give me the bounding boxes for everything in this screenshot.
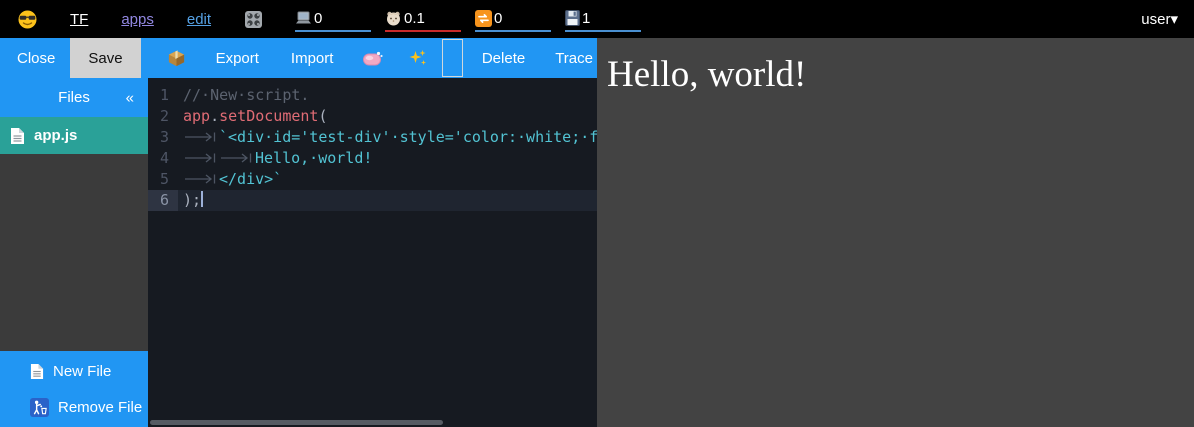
sparkles-icon[interactable]	[409, 49, 427, 67]
sidebar-item-appjs[interactable]: app.js	[0, 117, 148, 154]
sidebar-empty-area	[0, 154, 148, 351]
editor-toolbar: Close Save Export Import Delete Trace	[0, 38, 597, 78]
sunglasses-face-icon[interactable]	[18, 10, 37, 29]
horizontal-scrollbar[interactable]	[150, 420, 443, 425]
files-header-label: Files	[58, 89, 90, 106]
stat-repeat[interactable]: 0	[475, 6, 551, 32]
line-number: 4	[148, 148, 178, 169]
remove-file-label: Remove File	[58, 399, 142, 416]
tab-indent-marker	[183, 169, 219, 179]
sidebar-actions: New File Remove File	[0, 351, 148, 427]
line-number: 5	[148, 169, 178, 190]
line-number: 2	[148, 106, 178, 127]
new-file-icon	[30, 363, 44, 380]
top-bar: TF apps edit 0 0.1 0	[0, 0, 1194, 38]
files-header: Files «	[0, 78, 148, 117]
empty-toolbar-button[interactable]	[442, 39, 462, 77]
rendered-output-panel: Hello, world!	[597, 38, 1194, 427]
file-name: app.js	[34, 127, 77, 144]
stat-hamster[interactable]: 0.1	[385, 6, 461, 32]
import-button[interactable]: Import	[287, 50, 338, 67]
nav-link-tf[interactable]: TF	[70, 11, 88, 28]
save-button[interactable]: Save	[70, 38, 140, 78]
stat-repeat-value: 0	[494, 10, 502, 27]
code-editor[interactable]: 1//·New·script.2app.setDocument(3`<div·i…	[148, 78, 597, 427]
delete-button[interactable]: Delete	[478, 50, 529, 67]
nav-link-edit[interactable]: edit	[187, 11, 211, 28]
sidebar-collapse-button[interactable]: «	[126, 89, 134, 106]
stat-saves-value: 1	[582, 10, 590, 27]
line-number: 1	[148, 85, 178, 106]
line-number: 6	[148, 190, 178, 211]
close-button[interactable]: Close	[13, 50, 59, 67]
line-number: 3	[148, 127, 178, 148]
files-sidebar: Files « app.js New File	[0, 78, 148, 427]
floppy-disk-icon	[565, 10, 580, 26]
file-icon	[10, 127, 25, 145]
soap-icon[interactable]	[363, 51, 383, 66]
package-icon[interactable]	[167, 49, 186, 67]
stat-saves[interactable]: 1	[565, 6, 641, 32]
stat-cpu[interactable]: 0	[295, 6, 371, 32]
code-line-6[interactable]: 6);	[148, 190, 597, 211]
new-file-label: New File	[53, 363, 111, 380]
code-line-5[interactable]: 5</div>`	[148, 169, 597, 190]
text-cursor	[201, 191, 203, 207]
preview-text: Hello, world!	[607, 53, 1194, 96]
trace-button[interactable]: Trace	[551, 50, 597, 67]
stat-cpu-value: 0	[314, 10, 322, 27]
code-line-3[interactable]: 3`<div·id='test-div'·style='color:·white…	[148, 127, 597, 148]
tab-indent-marker	[219, 148, 255, 158]
repeat-icon	[475, 10, 492, 27]
new-file-button[interactable]: New File	[0, 353, 148, 389]
litter-bin-icon	[30, 398, 49, 417]
remove-file-button[interactable]: Remove File	[0, 389, 148, 425]
code-line-2[interactable]: 2app.setDocument(	[148, 106, 597, 127]
control-knobs-icon[interactable]	[244, 10, 263, 29]
tab-indent-marker	[183, 127, 219, 137]
user-menu[interactable]: user▾	[1141, 10, 1178, 28]
export-button[interactable]: Export	[212, 50, 263, 67]
hamster-icon	[385, 10, 402, 26]
stat-hamster-value: 0.1	[404, 10, 425, 27]
tab-indent-marker	[183, 148, 219, 158]
editor-app-region: Close Save Export Import Delete Trace Fi…	[0, 38, 597, 427]
code-line-4[interactable]: 4Hello,·world!	[148, 148, 597, 169]
laptop-icon	[295, 11, 312, 25]
code-lines: 1//·New·script.2app.setDocument(3`<div·i…	[148, 78, 597, 211]
nav-link-apps[interactable]: apps	[121, 11, 154, 28]
code-line-1[interactable]: 1//·New·script.	[148, 85, 597, 106]
